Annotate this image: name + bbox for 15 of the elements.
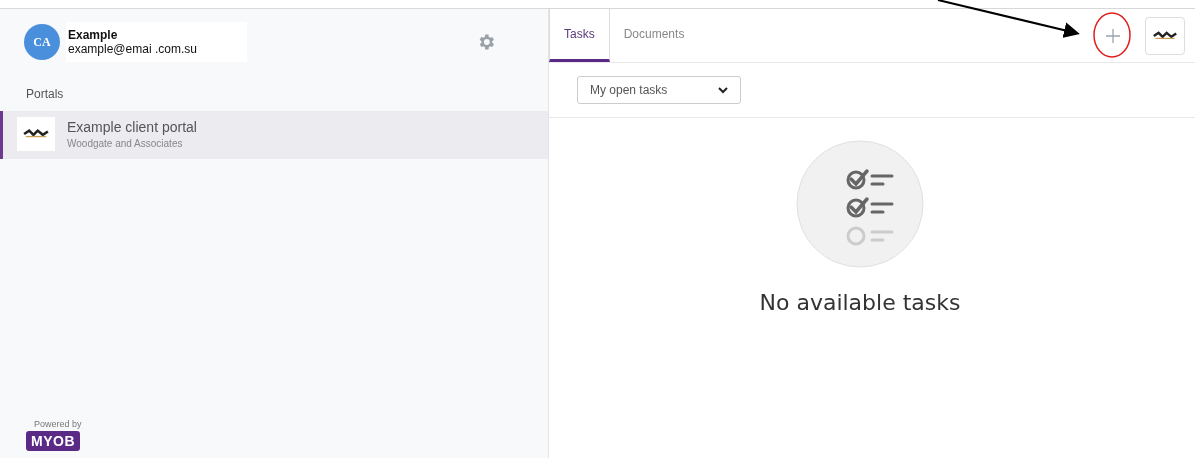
highlight-circle [1093, 12, 1131, 58]
brand-logo: MYOB [26, 431, 80, 451]
user-name: Example [68, 28, 119, 42]
portal-item[interactable]: Example client portal Woodgate and Associates [0, 111, 548, 159]
tab[interactable]: Documents [609, 9, 699, 62]
plus-icon [1105, 27, 1121, 44]
tab[interactable]: Tasks [549, 9, 610, 62]
filter-dropdown[interactable]: My open tasks [577, 76, 741, 104]
chevron-down-icon [718, 86, 728, 94]
user-email: example@emai .com.su [68, 42, 197, 56]
account-button[interactable] [1145, 16, 1185, 55]
user-avatar: CA [24, 24, 60, 60]
section-label: Portals [25, 86, 65, 103]
empty-state-message: No available tasks [759, 290, 961, 315]
powered-by-caption: Powered by [34, 419, 83, 429]
